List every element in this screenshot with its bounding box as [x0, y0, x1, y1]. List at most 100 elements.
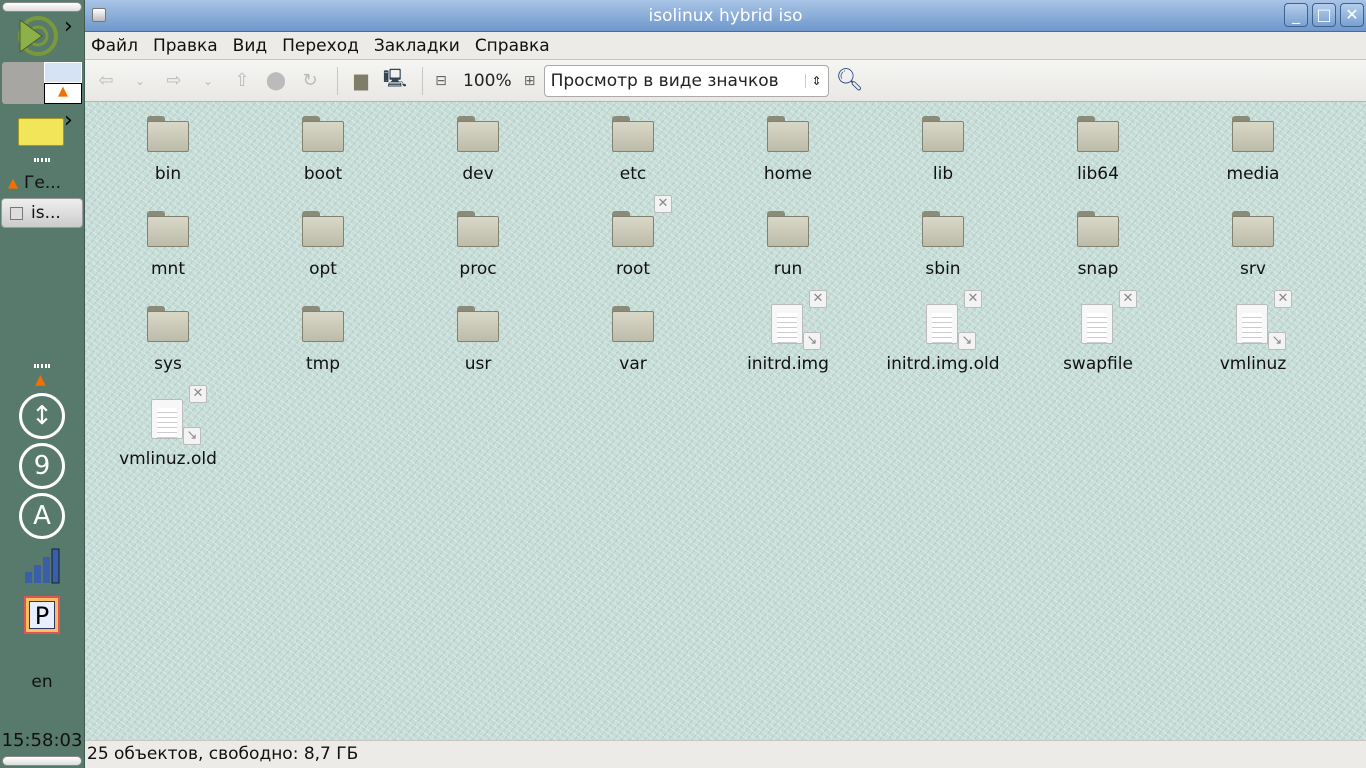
scroll-arrows-icon[interactable]: ↕ — [19, 393, 65, 439]
folder-icon: ✕ — [610, 195, 672, 251]
menu-file[interactable]: Файл — [91, 36, 138, 56]
menu-bar: Файл Правка Вид Переход Закладки Справка — [85, 32, 1366, 60]
symlink-emblem-icon: ↘ — [958, 332, 976, 350]
folder-item[interactable]: tmp — [248, 302, 398, 374]
folder-item[interactable]: var — [558, 302, 708, 374]
folder-item[interactable]: mnt — [93, 207, 243, 279]
view-mode-value: Просмотр в виде значков — [550, 70, 779, 91]
select-arrows-icon: ⇕ — [804, 73, 822, 88]
menu-help[interactable]: Справка — [475, 36, 550, 56]
menu-view[interactable]: Вид — [233, 36, 267, 56]
folder-icon — [1230, 207, 1276, 251]
folder-item[interactable]: lib64 — [1023, 112, 1173, 184]
input-method-indicator[interactable]: A — [19, 493, 65, 539]
folder-item[interactable]: dev — [403, 112, 553, 184]
back-icon[interactable]: ⇦ — [91, 66, 121, 96]
folder-item[interactable]: srv — [1178, 207, 1328, 279]
folder-item[interactable]: boot — [248, 112, 398, 184]
task-item[interactable]: ▲ Ге... — [2, 170, 82, 196]
item-label: lib64 — [1077, 164, 1119, 184]
folder-item[interactable]: sys — [93, 302, 243, 374]
folder-icon — [610, 302, 656, 346]
folder-item[interactable]: bin — [93, 112, 243, 184]
close-button[interactable]: ✕ — [1340, 3, 1364, 27]
item-label: vmlinuz.old — [119, 449, 217, 469]
forward-icon[interactable]: ⇨ — [159, 66, 189, 96]
icon-view[interactable]: bin boot dev etc home lib lib64 media mnt opt proc… — [85, 102, 1366, 740]
pager-vlc-icon[interactable]: ▲ — [44, 83, 82, 104]
folder-item[interactable]: etc — [558, 112, 708, 184]
zoom-out-icon[interactable]: ⊟ — [431, 66, 451, 96]
folder-item[interactable]: snap — [1023, 207, 1173, 279]
tasklist-handle[interactable] — [34, 158, 50, 162]
file-item[interactable]: ✕ ↘ initrd.img — [713, 290, 863, 374]
computer-icon[interactable]: 🖳 — [380, 66, 410, 96]
folder-item[interactable]: lib — [868, 112, 1018, 184]
item-label: mnt — [151, 259, 185, 279]
no-access-emblem-icon: ✕ — [189, 385, 207, 403]
panel-handle[interactable] — [2, 2, 82, 12]
item-label: usr — [464, 354, 492, 374]
vlc-tray-icon[interactable]: ▲ — [35, 372, 46, 388]
folder-icon — [765, 207, 811, 251]
expand-arrow-icon[interactable]: › — [64, 108, 73, 133]
back-history-chevron-icon[interactable]: ⌄ — [125, 66, 155, 96]
menu-go[interactable]: Переход — [282, 36, 359, 56]
file-item[interactable]: ✕ swapfile — [1023, 290, 1173, 374]
stop-icon[interactable]: ⬤ — [261, 66, 291, 96]
folder-item[interactable]: run — [713, 207, 863, 279]
folder-item[interactable]: ✕ root — [558, 195, 708, 279]
clock[interactable]: 15:58:03 — [0, 730, 84, 751]
folder-item[interactable]: proc — [403, 207, 553, 279]
workspace-pager[interactable]: ▲ — [2, 62, 82, 104]
item-label: lib — [932, 164, 954, 184]
toolbar: ⇦ ⌄ ⇨ ⌄ ⇧ ⬤ ↻ ▆ 🖳 ⊟ 100% ⊞ Просмотр в ви… — [85, 60, 1366, 102]
zoom-level: 100% — [463, 70, 512, 91]
expand-arrow-icon[interactable]: › — [64, 14, 73, 39]
minimize-button[interactable]: _ — [1284, 3, 1308, 27]
file-manager-launcher-icon[interactable] — [18, 118, 64, 146]
menu-edit[interactable]: Правка — [153, 36, 218, 56]
pager-window-icon[interactable] — [44, 62, 82, 83]
folder-item[interactable]: sbin — [868, 207, 1018, 279]
folder-item[interactable]: media — [1178, 112, 1328, 184]
file-icon: ✕ ↘ — [765, 290, 827, 350]
folder-item[interactable]: home — [713, 112, 863, 184]
volume-indicator[interactable]: 9 — [19, 443, 65, 489]
status-text: 25 объектов, свободно: 8,7 ГБ — [87, 744, 359, 764]
item-label: media — [1226, 164, 1280, 184]
up-icon[interactable]: ⇧ — [227, 66, 257, 96]
folder-icon — [455, 302, 501, 346]
folder-icon — [300, 302, 346, 346]
file-icon: ✕ ↘ — [920, 290, 982, 350]
maximize-button[interactable]: □ — [1312, 3, 1336, 27]
tray-handle[interactable] — [34, 364, 50, 368]
no-access-emblem-icon: ✕ — [1119, 290, 1137, 308]
item-label: swapfile — [1063, 354, 1133, 374]
clipboard-letter: P — [29, 601, 55, 630]
task-item-active[interactable]: is... — [1, 198, 83, 228]
folder-item[interactable]: usr — [403, 302, 553, 374]
file-item[interactable]: ✕ ↘ initrd.img.old — [868, 290, 1018, 374]
folder-item[interactable]: opt — [248, 207, 398, 279]
side-panel: › ▲ › ▲ Ге... is... ▲ ↕ 9 A P en 15:58:03 — [0, 0, 85, 768]
no-access-emblem-icon: ✕ — [654, 195, 672, 213]
zoom-in-icon[interactable]: ⊞ — [520, 66, 540, 96]
item-label: vmlinuz — [1219, 354, 1287, 374]
view-mode-select[interactable]: Просмотр в виде значков ⇕ — [543, 64, 829, 97]
item-label: bin — [154, 164, 182, 184]
window-icon[interactable] — [92, 8, 106, 22]
forward-history-chevron-icon[interactable]: ⌄ — [193, 66, 223, 96]
panel-handle[interactable] — [2, 756, 82, 766]
file-item[interactable]: ✕ ↘ vmlinuz.old — [93, 385, 243, 469]
network-signal-icon[interactable] — [24, 548, 62, 588]
reload-icon[interactable]: ↻ — [295, 66, 325, 96]
keyboard-layout[interactable]: en — [0, 672, 84, 692]
search-icon[interactable]: 🔍︎ — [835, 66, 865, 96]
home-folder-icon[interactable]: ▆ — [346, 66, 376, 96]
file-item[interactable]: ✕ ↘ vmlinuz — [1178, 290, 1328, 374]
title-bar[interactable]: isolinux hybrid iso _ □ ✕ — [85, 0, 1366, 32]
clipboard-icon[interactable]: P — [24, 596, 60, 634]
main-menu-icon[interactable] — [16, 14, 64, 58]
menu-bookmarks[interactable]: Закладки — [374, 36, 460, 56]
